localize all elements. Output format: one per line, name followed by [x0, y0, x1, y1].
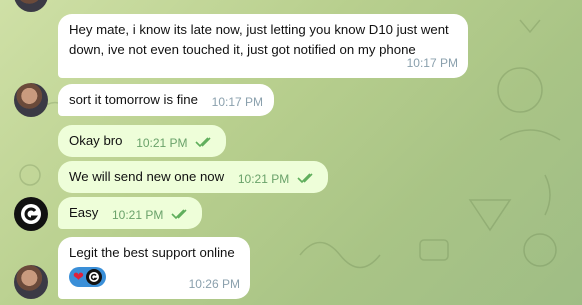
- message-time: 10:26 PM: [188, 277, 240, 291]
- avatar[interactable]: [14, 0, 48, 12]
- message-time: 10:21 PM: [136, 136, 188, 150]
- message-text: Legit the best support online: [69, 245, 235, 260]
- message-bubble[interactable]: Legit the best support online ❤ 10:26 PM: [58, 237, 250, 299]
- brand-logo-icon: [85, 269, 102, 285]
- message-time: 10:17 PM: [406, 56, 458, 70]
- message-time: 10:17 PM: [211, 95, 264, 109]
- message-text: sort it tomorrow is fine: [69, 92, 198, 107]
- brand-logo-icon: [21, 204, 41, 224]
- message-bubble[interactable]: Okay bro 10:21 PM: [58, 125, 227, 157]
- message-bubble[interactable]: Hey mate, i know its late now, just lett…: [58, 14, 468, 78]
- message-bubble[interactable]: Easy 10:21 PM: [58, 197, 203, 229]
- message-bubble[interactable]: We will send new one now 10:21 PM: [58, 161, 328, 193]
- message-text: Okay bro: [69, 133, 123, 148]
- message-text: We will send new one now: [69, 169, 225, 184]
- read-checkmarks-icon: [195, 136, 211, 147]
- message-bubble[interactable]: sort it tomorrow is fine 10:17 PM: [58, 84, 275, 116]
- message-time: 10:21 PM: [237, 172, 290, 186]
- avatar[interactable]: [14, 197, 48, 231]
- message-text: Easy: [69, 205, 99, 220]
- reaction-pill[interactable]: ❤: [69, 267, 106, 287]
- read-checkmarks-icon: [171, 208, 187, 219]
- avatar[interactable]: [14, 83, 48, 117]
- heart-icon: ❤: [73, 269, 84, 284]
- message-text: Hey mate, i know its late now, just lett…: [69, 22, 449, 57]
- avatar[interactable]: [14, 265, 48, 299]
- message-time: 10:21 PM: [112, 208, 164, 222]
- read-checkmarks-icon: [297, 172, 313, 183]
